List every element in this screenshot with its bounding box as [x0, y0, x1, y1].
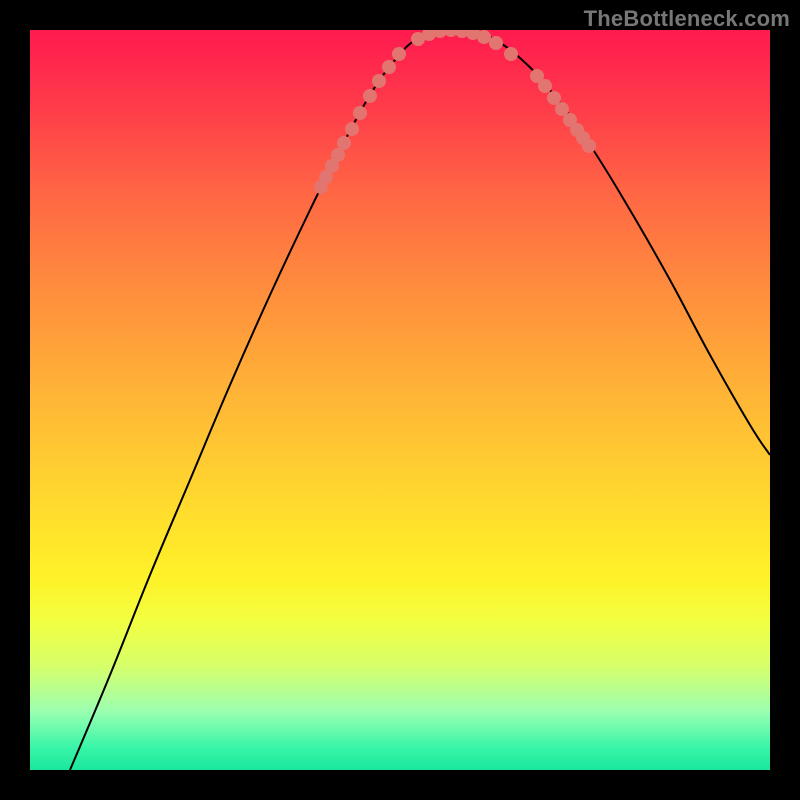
- bead: [363, 89, 377, 103]
- bead: [372, 74, 386, 88]
- bead: [382, 60, 396, 74]
- bead: [504, 47, 518, 61]
- bead: [345, 122, 359, 136]
- bead: [392, 47, 406, 61]
- highlight-beads: [314, 30, 596, 194]
- bead: [538, 79, 552, 93]
- bead: [353, 106, 367, 120]
- bead: [489, 36, 503, 50]
- bead: [331, 148, 345, 162]
- bead: [477, 30, 491, 44]
- bottleneck-curve: [70, 30, 770, 770]
- chart-svg: [30, 30, 770, 770]
- bead: [582, 139, 596, 153]
- bead: [337, 136, 351, 150]
- watermark-text: TheBottleneck.com: [584, 6, 790, 32]
